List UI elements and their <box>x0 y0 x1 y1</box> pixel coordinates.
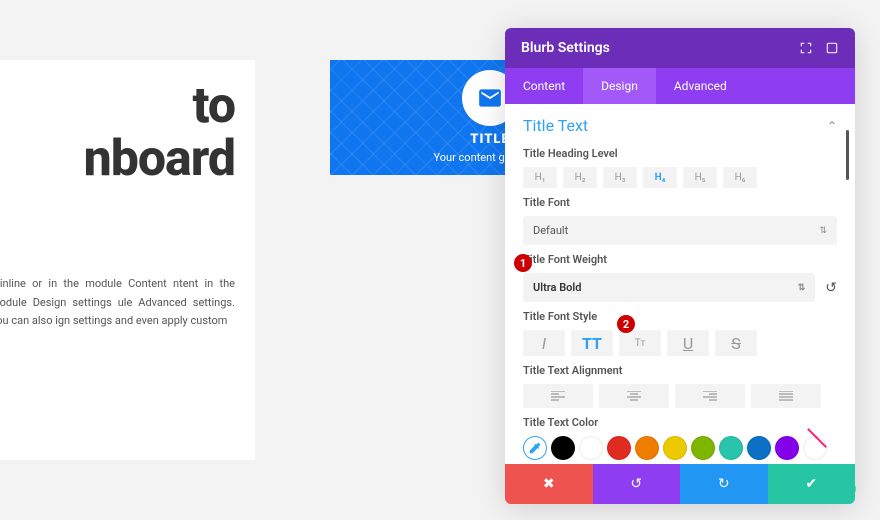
annotation-badge-2: 2 <box>617 315 635 333</box>
help-bubble[interactable] <box>840 481 856 497</box>
scrollbar[interactable] <box>846 130 849 180</box>
font-style-label: Title Font Style <box>523 310 837 323</box>
align-center[interactable] <box>599 384 669 408</box>
text-color-label: Title Text Color <box>523 416 837 429</box>
align-left[interactable] <box>523 384 593 408</box>
font-weight-label: Title Font Weight <box>523 253 837 266</box>
chevron-updown-icon: ⇅ <box>819 226 827 236</box>
swatch-purple[interactable] <box>775 436 799 460</box>
align-justify-icon <box>779 391 793 401</box>
panel-body: Title Text ⌃ Title Heading Level H₁ H₂ H… <box>505 104 855 464</box>
annotation-badge-1: 1 <box>514 254 532 272</box>
alignment-label: Title Text Alignment <box>523 364 837 377</box>
swatch-blue[interactable] <box>747 436 771 460</box>
style-uppercase[interactable]: TT <box>571 330 613 356</box>
page-heading: to nboard <box>0 80 235 185</box>
panel-header: Blurb Settings <box>505 28 855 68</box>
align-right-icon <box>703 391 717 401</box>
heading-h4[interactable]: H₄ <box>643 167 677 188</box>
settings-panel: Blurb Settings Content Design Advanced T… <box>505 28 855 504</box>
heading-h3[interactable]: H₃ <box>603 167 637 188</box>
style-strikethrough[interactable]: S <box>715 330 757 356</box>
page-paragraph: t inline or in the module Content ntent … <box>0 275 235 331</box>
alignment-options <box>523 384 837 408</box>
swatch-green[interactable] <box>691 436 715 460</box>
undo-button[interactable]: ↺ <box>593 464 681 504</box>
section-title-text[interactable]: Title Text ⌃ <box>523 116 837 135</box>
page-preview: to nboard t inline or in the module Cont… <box>0 60 255 460</box>
heading-level-options: H₁ H₂ H₃ H₄ H₅ H₆ <box>523 167 837 188</box>
panel-title: Blurb Settings <box>521 40 610 56</box>
swatch-white[interactable] <box>579 436 603 460</box>
expand-icon[interactable] <box>799 41 813 55</box>
font-weight-select[interactable]: Ultra Bold ⇅ <box>523 273 815 302</box>
chevron-updown-icon: ⇅ <box>798 283 806 293</box>
align-center-icon <box>627 391 641 401</box>
snap-icon[interactable] <box>825 41 839 55</box>
swatch-yellow[interactable] <box>663 436 687 460</box>
align-right[interactable] <box>675 384 745 408</box>
style-italic[interactable]: I <box>523 330 565 356</box>
tab-content[interactable]: Content <box>505 68 583 104</box>
heading-h6[interactable]: H₆ <box>723 167 757 188</box>
eyedropper-button[interactable] <box>523 436 547 460</box>
tab-design[interactable]: Design <box>583 68 656 104</box>
align-left-icon <box>551 391 565 401</box>
heading-h1[interactable]: H₁ <box>523 167 557 188</box>
reset-icon[interactable]: ↺ <box>825 280 837 296</box>
redo-button[interactable]: ↻ <box>680 464 768 504</box>
chevron-up-icon: ⌃ <box>827 119 837 133</box>
cancel-button[interactable]: ✖ <box>505 464 593 504</box>
align-justify[interactable] <box>751 384 821 408</box>
swatch-orange[interactable] <box>635 436 659 460</box>
tabs: Content Design Advanced <box>505 68 855 104</box>
swatch-black[interactable] <box>551 436 575 460</box>
heading-h2[interactable]: H₂ <box>563 167 597 188</box>
envelope-icon <box>477 85 503 111</box>
tab-advanced[interactable]: Advanced <box>656 68 745 104</box>
color-swatches <box>523 436 837 460</box>
swatch-none[interactable] <box>803 436 827 460</box>
style-smallcaps[interactable]: Tᴛ <box>619 330 661 356</box>
font-style-options: I TT Tᴛ U S <box>523 330 837 356</box>
style-underline[interactable]: U <box>667 330 709 356</box>
font-label: Title Font <box>523 196 837 209</box>
heading-h5[interactable]: H₅ <box>683 167 717 188</box>
swatch-teal[interactable] <box>719 436 743 460</box>
panel-footer: ✖ ↺ ↻ ✔ <box>505 464 855 504</box>
eyedropper-icon <box>528 441 542 455</box>
font-select[interactable]: Default ⇅ <box>523 216 837 245</box>
swatch-red[interactable] <box>607 436 631 460</box>
heading-level-label: Title Heading Level <box>523 147 837 160</box>
